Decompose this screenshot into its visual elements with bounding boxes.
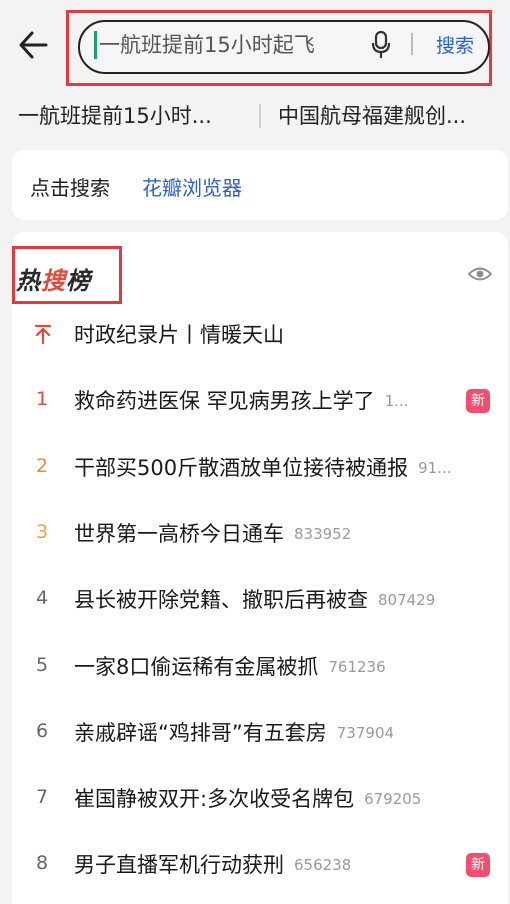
new-badge: 新 bbox=[466, 853, 490, 878]
rank-number: 2 bbox=[35, 454, 49, 477]
hot-list-row[interactable]: 8 男子直播军机行动获刑 656238 新 bbox=[12, 832, 508, 898]
rank-number: 5 bbox=[35, 653, 49, 676]
suggestion-row: 一航班提前15小时... 中国航母福建舰创... bbox=[0, 92, 510, 140]
microphone-icon[interactable] bbox=[370, 30, 392, 60]
top-bar: 一航班提前15小时起飞 搜索 bbox=[0, 0, 510, 92]
search-divider bbox=[411, 33, 413, 55]
search-query-text[interactable]: 一航班提前15小时起飞 bbox=[99, 29, 315, 59]
browser-name-link[interactable]: 花瓣浏览器 bbox=[142, 172, 242, 201]
hot-item-count: 833952 bbox=[294, 524, 352, 543]
hot-list-row[interactable]: 6 亲戚辟谣“鸡排哥”有五套房 737904 bbox=[12, 700, 508, 766]
hot-list-row[interactable]: 7 崔国静被双开:多次收受名牌包 679205 bbox=[12, 766, 508, 832]
hot-item-text: 崔国静被双开:多次收受名牌包 679205 bbox=[74, 783, 464, 813]
hot-list-row[interactable]: 2 干部买500斤散酒放单位接待被通报 91... bbox=[12, 435, 508, 501]
hot-item-title: 世界第一高桥今日通车 bbox=[74, 521, 284, 546]
hot-item-count: 807429 bbox=[378, 591, 436, 610]
hot-item-count: 761236 bbox=[328, 657, 386, 676]
hot-list-row[interactable]: 4 县长被开除党籍、撤职后再被查 807429 bbox=[12, 567, 508, 633]
hot-item-title: 县长被开除党籍、撤职后再被查 bbox=[74, 588, 368, 613]
hot-item-title: 男子直播军机行动获刑 bbox=[74, 853, 284, 878]
rank-number: 7 bbox=[35, 786, 49, 809]
suggestion-item[interactable]: 中国航母福建舰创... bbox=[278, 100, 500, 130]
hot-item-count: 91... bbox=[418, 458, 452, 477]
rank-number: 3 bbox=[35, 520, 49, 543]
suggestion-item[interactable]: 一航班提前15小时... bbox=[18, 100, 240, 130]
hot-item-title: 干部买500斤散酒放单位接待被通报 bbox=[74, 455, 409, 480]
hot-list-title: 热搜榜 bbox=[16, 267, 91, 295]
search-prompt-card[interactable]: 点击搜索 花瓣浏览器 bbox=[12, 150, 508, 220]
hot-item-title: 时政纪录片丨情暖天山 bbox=[74, 323, 284, 347]
hot-list-row[interactable]: 5 一家8口偷运稀有金属被抓 761236 bbox=[12, 634, 508, 700]
hot-item-text: 一家8口偷运稀有金属被抓 761236 bbox=[74, 651, 464, 681]
hot-item-text: 干部买500斤散酒放单位接待被通报 91... bbox=[74, 452, 464, 482]
hot-item-title: 亲戚辟谣“鸡排哥”有五套房 bbox=[74, 720, 327, 745]
hot-item-text: 世界第一高桥今日通车 833952 bbox=[74, 518, 464, 548]
hot-item-text: 救命药进医保 罕见病男孩上学了 1... bbox=[74, 385, 464, 415]
hot-item-text: 时政纪录片丨情暖天山 bbox=[74, 319, 464, 349]
hot-item-text: 亲戚辟谣“鸡排哥”有五套房 737904 bbox=[74, 717, 464, 747]
hot-item-text: 男子直播军机行动获刑 656238 bbox=[74, 849, 464, 879]
rank-number: 8 bbox=[35, 852, 49, 875]
rank-number: 6 bbox=[35, 719, 49, 742]
hot-list-row[interactable]: 时政纪录片丨情暖天山 bbox=[12, 302, 508, 368]
hot-item-title: 救命药进医保 罕见病男孩上学了 bbox=[74, 389, 375, 414]
rank-number: 4 bbox=[35, 587, 49, 610]
hot-search-card: 热搜榜 时政纪录片丨情暖天山 1 救命药进医保 罕见病男孩上学了 1... 新 2 干部买5… bbox=[12, 232, 508, 904]
eye-icon[interactable] bbox=[468, 266, 492, 282]
hot-list-row[interactable]: 1 救命药进医保 罕见病男孩上学了 1... 新 bbox=[12, 368, 508, 434]
rank-number: 1 bbox=[35, 388, 49, 411]
prompt-lead-text: 点击搜索 bbox=[30, 176, 110, 200]
search-button[interactable]: 搜索 bbox=[436, 31, 474, 58]
hot-item-count: 679205 bbox=[364, 790, 422, 809]
suggestion-divider bbox=[259, 104, 261, 128]
hot-item-title: 一家8口偷运稀有金属被抓 bbox=[74, 654, 319, 679]
new-badge: 新 bbox=[466, 389, 490, 414]
text-cursor bbox=[94, 31, 97, 59]
pinned-top-icon bbox=[34, 324, 52, 344]
hot-item-count: 737904 bbox=[336, 723, 395, 742]
hot-item-count: 1... bbox=[384, 392, 409, 411]
hot-item-count: 656238 bbox=[294, 856, 352, 875]
back-arrow-icon[interactable] bbox=[16, 28, 56, 62]
hot-item-title: 崔国静被双开:多次收受名牌包 bbox=[74, 787, 355, 812]
hot-list-row[interactable]: 3 世界第一高桥今日通车 833952 bbox=[12, 501, 508, 567]
hot-item-text: 县长被开除党籍、撤职后再被查 807429 bbox=[74, 584, 464, 614]
